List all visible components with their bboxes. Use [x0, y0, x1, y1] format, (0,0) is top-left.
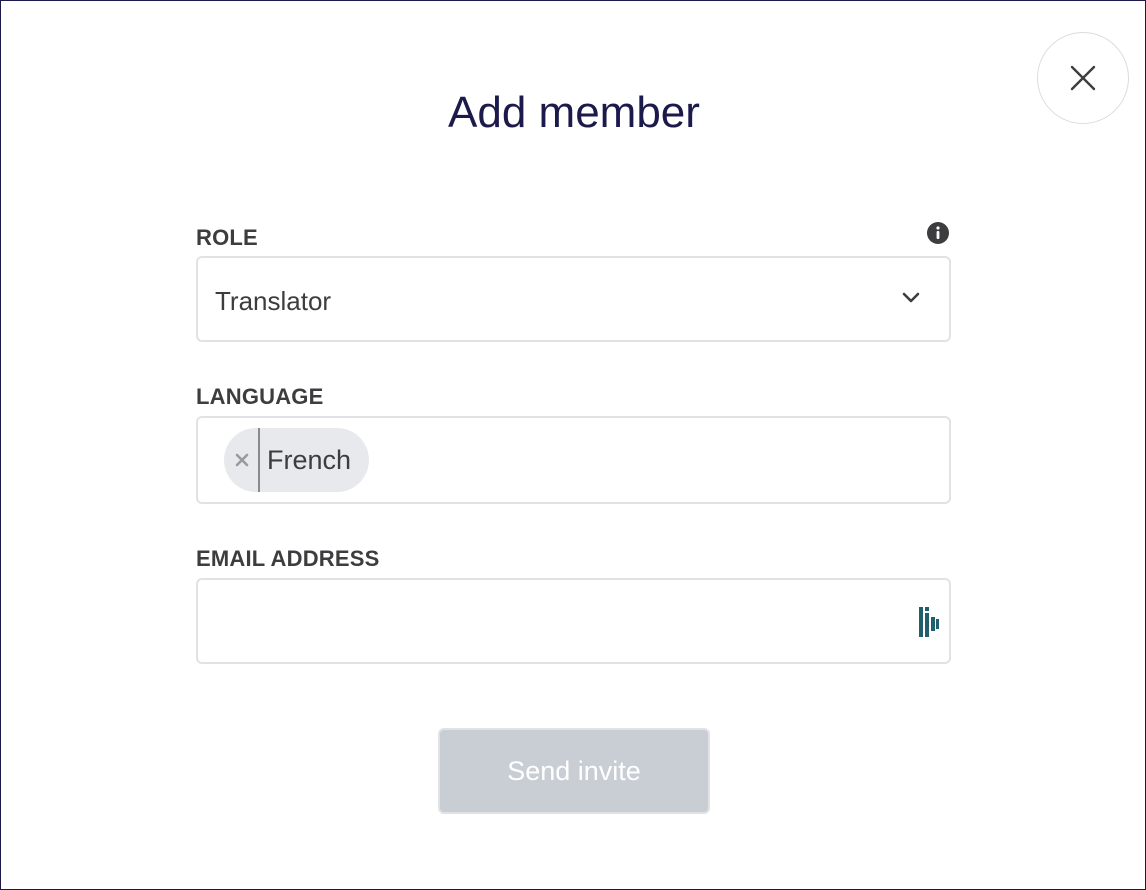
email-label: EMAIL ADDRESS: [196, 546, 380, 571]
role-selected-value: Translator: [215, 286, 332, 316]
role-label: ROLE: [196, 225, 258, 250]
add-member-modal: Add member ROLE Translator LANGUAGE Fren…: [0, 0, 1146, 890]
email-field-wrapper: [196, 578, 951, 664]
password-manager-icon[interactable]: [918, 607, 940, 637]
send-invite-button[interactable]: Send invite: [438, 728, 710, 814]
chip-label: French: [267, 444, 352, 475]
language-multiselect[interactable]: French: [196, 416, 951, 504]
modal-title: Add member: [448, 88, 700, 137]
close-icon: [235, 453, 249, 467]
chip-remove-button[interactable]: [226, 428, 260, 492]
language-label: LANGUAGE: [196, 384, 324, 409]
language-chip: French: [224, 428, 369, 492]
email-input[interactable]: [212, 598, 896, 646]
chevron-down-icon: [902, 292, 920, 303]
role-select[interactable]: Translator: [196, 256, 951, 342]
info-icon[interactable]: [926, 221, 950, 245]
